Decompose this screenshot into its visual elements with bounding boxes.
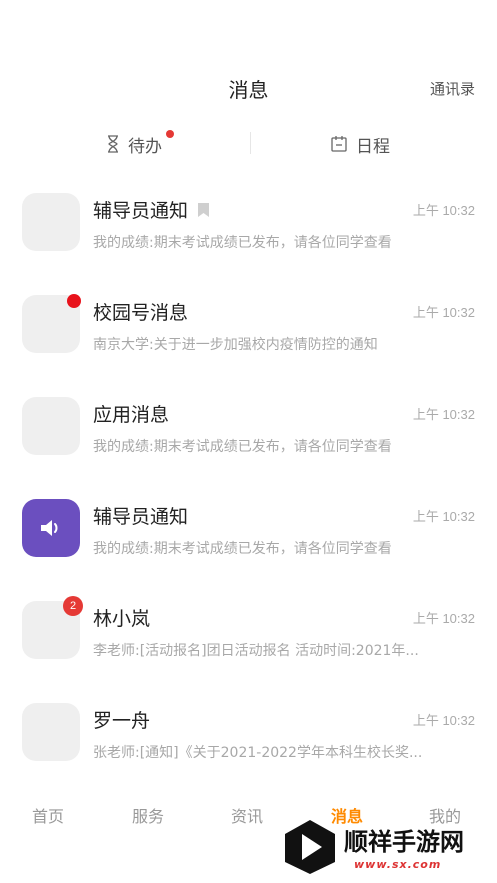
- message-preview: 李老师:[活动报名]团日活动报名 活动时间:2021年...: [93, 643, 419, 659]
- message-preview: 我的成绩:期末考试成绩已发布，请各位同学查看: [93, 439, 392, 455]
- list-item[interactable]: 应用消息 上午 10:32 我的成绩:期末考试成绩已发布，请各位同学查看: [0, 374, 497, 476]
- tab-bar: 待办 日程: [0, 126, 497, 162]
- list-item[interactable]: 辅导员通知 上午 10:32 我的成绩:期末考试成绩已发布，请各位同学查看: [0, 170, 497, 272]
- avatar: [22, 193, 80, 251]
- message-time: 上午 10:32: [412, 203, 475, 218]
- avatar: [22, 703, 80, 761]
- tab-schedule-label: 日程: [356, 136, 390, 157]
- tab-divider: [250, 132, 251, 154]
- calendar-icon: [331, 136, 347, 152]
- message-sender-row: 应用消息: [93, 400, 169, 427]
- message-time: 上午 10:32: [412, 713, 475, 728]
- message-time: 上午 10:32: [412, 305, 475, 320]
- message-sender: 辅导员通知: [93, 506, 189, 528]
- header: 消息 通讯录: [0, 70, 497, 106]
- message-sender: 应用消息: [93, 404, 170, 426]
- message-sender-row: 罗一舟: [93, 706, 150, 733]
- page-title: 消息: [228, 78, 269, 102]
- hourglass-icon: [108, 135, 118, 153]
- message-sender: 校园号消息: [93, 302, 189, 324]
- message-sender: 林小岚: [93, 608, 151, 630]
- todo-unread-dot: [166, 130, 174, 138]
- watermark: 顺祥手游网 www.sx.com: [282, 812, 497, 883]
- message-time: 上午 10:32: [412, 407, 475, 422]
- message-preview: 张老师:[通知]《关于2021-2022学年本科生校长奖...: [93, 745, 423, 761]
- message-sender: 辅导员通知: [93, 200, 189, 222]
- list-item[interactable]: 校园号消息 上午 10:32 南京大学:关于进一步加强校内疫情防控的通知: [0, 272, 497, 374]
- message-preview: 我的成绩:期末考试成绩已发布，请各位同学查看: [93, 235, 392, 251]
- list-item[interactable]: 辅导员通知 上午 10:32 我的成绩:期末考试成绩已发布，请各位同学查看: [0, 476, 497, 578]
- message-sender-row: 辅导员通知: [93, 502, 188, 529]
- list-item[interactable]: 2 林小岚 上午 10:32 李老师:[活动报名]团日活动报名 活动时间:202…: [0, 578, 497, 680]
- avatar: [22, 499, 80, 557]
- tab-todo[interactable]: 待办: [106, 126, 174, 162]
- message-sender-row: 林小岚: [93, 604, 150, 631]
- bookmark-icon: [198, 202, 210, 217]
- speaker-icon: [41, 520, 58, 536]
- unread-dot: [67, 294, 81, 308]
- list-item[interactable]: 罗一舟 上午 10:32 张老师:[通知]《关于2021-2022学年本科生校长…: [0, 680, 497, 782]
- message-preview: 南京大学:关于进一步加强校内疫情防控的通知: [93, 337, 378, 353]
- message-time: 上午 10:32: [412, 509, 475, 524]
- nav-services[interactable]: 服务: [132, 803, 164, 827]
- nav-home[interactable]: 首页: [32, 803, 64, 827]
- message-preview: 我的成绩:期末考试成绩已发布，请各位同学查看: [93, 541, 392, 557]
- message-time: 上午 10:32: [412, 611, 475, 626]
- watermark-text: 顺祥手游网: [344, 828, 464, 856]
- message-sender-row: 校园号消息: [93, 298, 188, 325]
- message-sender-row: 辅导员通知: [93, 196, 210, 223]
- contacts-button[interactable]: 通讯录: [430, 78, 475, 99]
- avatar: [22, 397, 80, 455]
- watermark-logo-icon: [285, 820, 335, 874]
- nav-news[interactable]: 资讯: [231, 803, 263, 827]
- watermark-sub: www.sx.com: [354, 858, 442, 871]
- message-sender: 罗一舟: [93, 710, 151, 732]
- unread-count-badge: 2: [63, 596, 83, 616]
- tab-schedule[interactable]: 日程: [330, 126, 390, 162]
- tab-todo-label: 待办: [128, 136, 162, 157]
